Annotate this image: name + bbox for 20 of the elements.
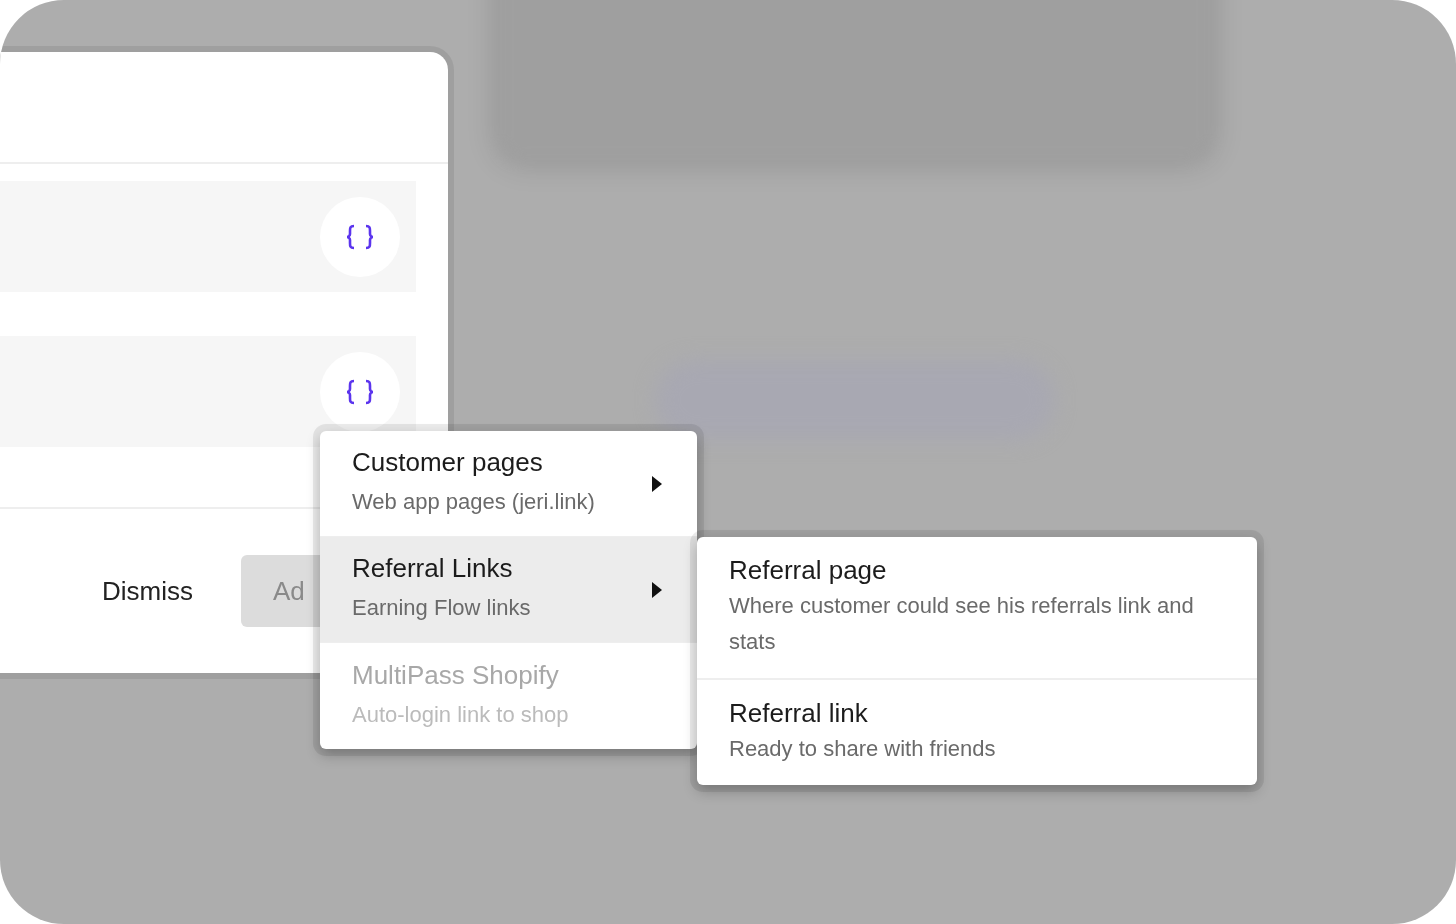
menu-item-subtitle: Web app pages (jeri.link) bbox=[352, 488, 595, 516]
caret-icon bbox=[651, 474, 663, 493]
menu-item-title: Customer pages bbox=[352, 447, 544, 478]
menu-item-subtitle: Where customer could see his referrals link and stats bbox=[729, 592, 1195, 656]
menu-item[interactable]: Referral Links Earning Flow links bbox=[320, 537, 697, 643]
braces-icon bbox=[345, 378, 375, 405]
menu-item-title: Referral Links bbox=[352, 553, 514, 584]
caret-icon bbox=[651, 580, 663, 599]
menu-item-title: Referral page bbox=[729, 555, 888, 586]
menu-item-subtitle: Ready to share with friends bbox=[729, 735, 997, 763]
menu-item[interactable]: Referral link Ready to share with friends bbox=[697, 680, 1257, 785]
input-field[interactable] bbox=[0, 336, 416, 447]
menu-item[interactable]: Referral page Where customer could see his referrals link and stats bbox=[697, 537, 1257, 680]
input-field[interactable] bbox=[0, 181, 416, 292]
braces-icon bbox=[345, 223, 375, 250]
menu-item-title: Referral link bbox=[729, 698, 869, 729]
menu-item-subtitle: Earning Flow links bbox=[352, 594, 531, 622]
menu-item-subtitle: Auto-login link to shop bbox=[352, 700, 569, 729]
dialog-button[interactable]: Dismiss bbox=[102, 575, 193, 607]
menu-item-title: MultiPass Shopify bbox=[352, 659, 560, 691]
